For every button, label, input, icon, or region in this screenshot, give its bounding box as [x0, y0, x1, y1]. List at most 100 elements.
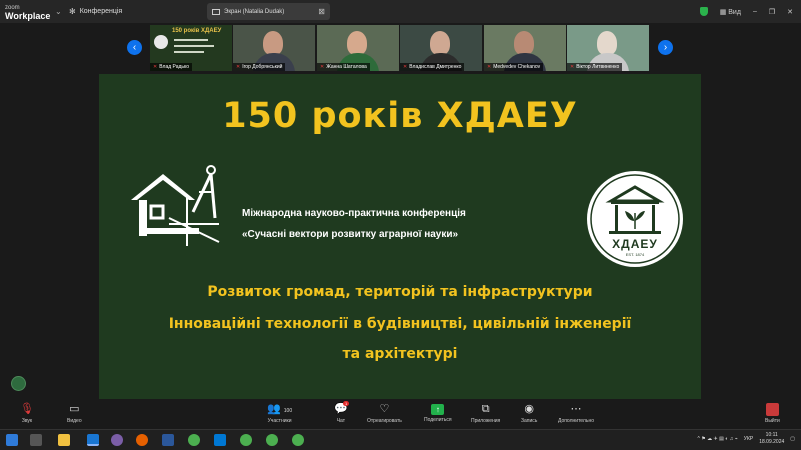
stop-share-icon[interactable]: ⊠ — [318, 7, 325, 16]
participant-name: ✕ Влад Радько — [150, 63, 193, 71]
presentation-slide: 150 років ХДАЕУ Міжнародна науково-практ… — [99, 74, 701, 399]
thumb-title: 150 років ХДАЕУ — [172, 28, 222, 34]
participant-video — [597, 31, 617, 55]
apps-button[interactable]: ⧉ Приложения — [471, 402, 500, 424]
zoom-logo: zoom Workplace — [0, 4, 55, 21]
participant-tile[interactable]: 150 років ХДАЕУ ✕ Влад Радько — [150, 25, 232, 71]
participant-name: ✕ Ігор Добрянський — [233, 63, 286, 71]
clock-time: 10:11 — [765, 432, 778, 438]
participant-video — [263, 31, 283, 55]
participant-name: ✕ Жанна Шаталова — [317, 63, 370, 71]
screen-share-indicator[interactable]: Экран (Natalia Dudak) ⊠ — [207, 3, 330, 20]
app-icon[interactable] — [214, 434, 226, 446]
close-icon[interactable]: ✕ — [787, 8, 793, 16]
next-page-icon[interactable]: › — [658, 40, 673, 55]
start-icon[interactable] — [6, 434, 18, 446]
menu-chevron-icon[interactable]: ⌄ — [55, 7, 69, 16]
clock-date: 18.09.2024 — [759, 439, 785, 445]
tray-icons[interactable]: ^ ⚑ ☁ ✈ ▤ ◐ ♫ ⌁ — [698, 436, 738, 442]
record-button[interactable]: ◉ Запись — [521, 402, 537, 424]
share-label: Экран (Natalia Dudak) — [224, 8, 285, 15]
heart-icon: ♡ — [379, 403, 390, 415]
participant-name: ✕ Medvedev Chekanov — [484, 63, 544, 71]
record-icon: ◉ — [524, 403, 534, 415]
muted-mic-icon: ✕ — [403, 64, 408, 70]
shared-screen-area: 150 років ХДАЕУ Міжнародна науково-практ… — [0, 74, 801, 399]
meeting-toolbar: 🎙 Звук ▭ Видео 👥 100 Участники 💬 1 Чат ♡… — [0, 399, 801, 429]
topic-line-1: Розвиток громад, територій та інфраструк… — [207, 284, 593, 300]
share-button[interactable]: ↑ Поделиться — [424, 402, 452, 423]
firefox-icon[interactable] — [136, 434, 148, 446]
leave-icon — [765, 403, 779, 416]
muted-mic-icon: ✕ — [153, 64, 158, 70]
maximize-icon[interactable]: ❐ — [769, 8, 775, 16]
participant-tile[interactable]: ✕ Віктор Литвиненко — [567, 25, 649, 71]
meeting-info[interactable]: ✻ Конференція — [69, 7, 122, 16]
participant-name: ✕ Віктор Литвиненко — [567, 63, 623, 71]
prev-page-icon[interactable]: ‹ — [127, 40, 142, 55]
minimize-icon[interactable]: – — [753, 8, 757, 15]
notifications-icon[interactable]: ▢ — [790, 436, 795, 442]
annotation-tool-icon[interactable] — [11, 376, 26, 391]
viber-icon[interactable] — [111, 434, 123, 446]
participants-strip: ‹ 150 років ХДАЕУ ✕ Влад Радько ✕ Ігор Доб… — [0, 23, 801, 74]
react-button[interactable]: ♡ Отреагировать — [367, 402, 402, 424]
thumb-line — [174, 45, 214, 47]
file-explorer-icon[interactable] — [58, 434, 70, 446]
participants-button[interactable]: 👥 100 Участники — [267, 402, 292, 424]
video-button[interactable]: ▭ Видео — [67, 402, 82, 424]
meeting-name: Конференція — [79, 8, 123, 15]
emblem-est: EST. 1874 — [625, 252, 645, 257]
security-shield-icon[interactable] — [699, 7, 708, 16]
participant-tile[interactable]: ✕ Владислав Дмитренко — [400, 25, 482, 71]
chrome-icon[interactable] — [240, 434, 252, 446]
slide-title: 150 років ХДАЕУ — [222, 96, 578, 136]
thumb-emblem — [154, 35, 168, 49]
more-icon: ⋯ — [570, 403, 582, 415]
word-icon[interactable] — [162, 434, 174, 446]
search-icon[interactable] — [30, 434, 42, 446]
participants-icon: 👥 100 — [267, 403, 293, 415]
share-arrow-icon: ↑ — [431, 404, 445, 415]
architecture-compass-icon — [131, 165, 220, 246]
thumb-line — [174, 39, 208, 41]
paw-icon: ✻ — [69, 7, 76, 16]
muted-mic-icon: ✕ — [570, 64, 575, 70]
muted-mic-icon: ✕ — [487, 64, 492, 70]
system-tray: ^ ⚑ ☁ ✈ ▤ ◐ ♫ ⌁ УКР 10:11 18.09.2024 ▢ — [698, 432, 795, 446]
participant-video — [347, 31, 367, 55]
video-camera-icon: ▭ — [69, 403, 80, 415]
screen-icon — [212, 8, 220, 15]
conference-type: Міжнародна науково-практична конференція — [242, 208, 466, 219]
topic-line-3: та архітектурі — [342, 346, 458, 362]
muted-mic-icon: 🎙 — [20, 403, 34, 415]
conference-name: «Сучасні вектори розвитку аграрної науки… — [242, 229, 459, 240]
participant-tile[interactable]: ✕ Жанна Шаталова — [317, 25, 399, 71]
title-bar: zoom Workplace ⌄ ✻ Конференція Экран (Na… — [0, 0, 801, 23]
leave-button[interactable]: Выйти — [765, 402, 780, 424]
university-emblem: ХДАЕУ EST. 1874 — [585, 169, 685, 274]
chat-button[interactable]: 💬 1 Чат — [334, 401, 350, 424]
participant-tile[interactable]: ✕ Ігор Добрянський — [233, 25, 315, 71]
window-controls: ▦ Вид – ❐ ✕ — [699, 0, 793, 23]
view-button[interactable]: ▦ Вид — [720, 8, 741, 16]
participant-tile[interactable]: ✕ Medvedev Chekanov — [484, 25, 566, 71]
participant-name: ✕ Владислав Дмитренко — [400, 63, 465, 71]
logo-big-text: Workplace — [5, 10, 51, 21]
participant-video — [430, 31, 450, 55]
chrome-icon[interactable] — [188, 434, 200, 446]
chat-badge: 1 — [343, 401, 350, 406]
emblem-text: ХДАЕУ — [612, 237, 658, 251]
audio-button[interactable]: 🎙 Звук — [20, 402, 34, 424]
zoom-taskbar-icon[interactable] — [87, 434, 99, 446]
muted-mic-icon: ✕ — [320, 64, 325, 70]
chrome-icon[interactable] — [266, 434, 278, 446]
apps-icon: ⧉ — [481, 403, 490, 415]
language-indicator[interactable]: УКР — [744, 436, 753, 442]
participant-video — [514, 31, 534, 55]
muted-mic-icon: ✕ — [236, 64, 241, 70]
more-button[interactable]: ⋯ Дополнительно — [558, 402, 594, 424]
zoom-window: zoom Workplace ⌄ ✻ Конференція Экран (Na… — [0, 0, 801, 450]
clock[interactable]: 10:11 18.09.2024 — [759, 432, 784, 446]
chrome-icon[interactable] — [292, 434, 304, 446]
